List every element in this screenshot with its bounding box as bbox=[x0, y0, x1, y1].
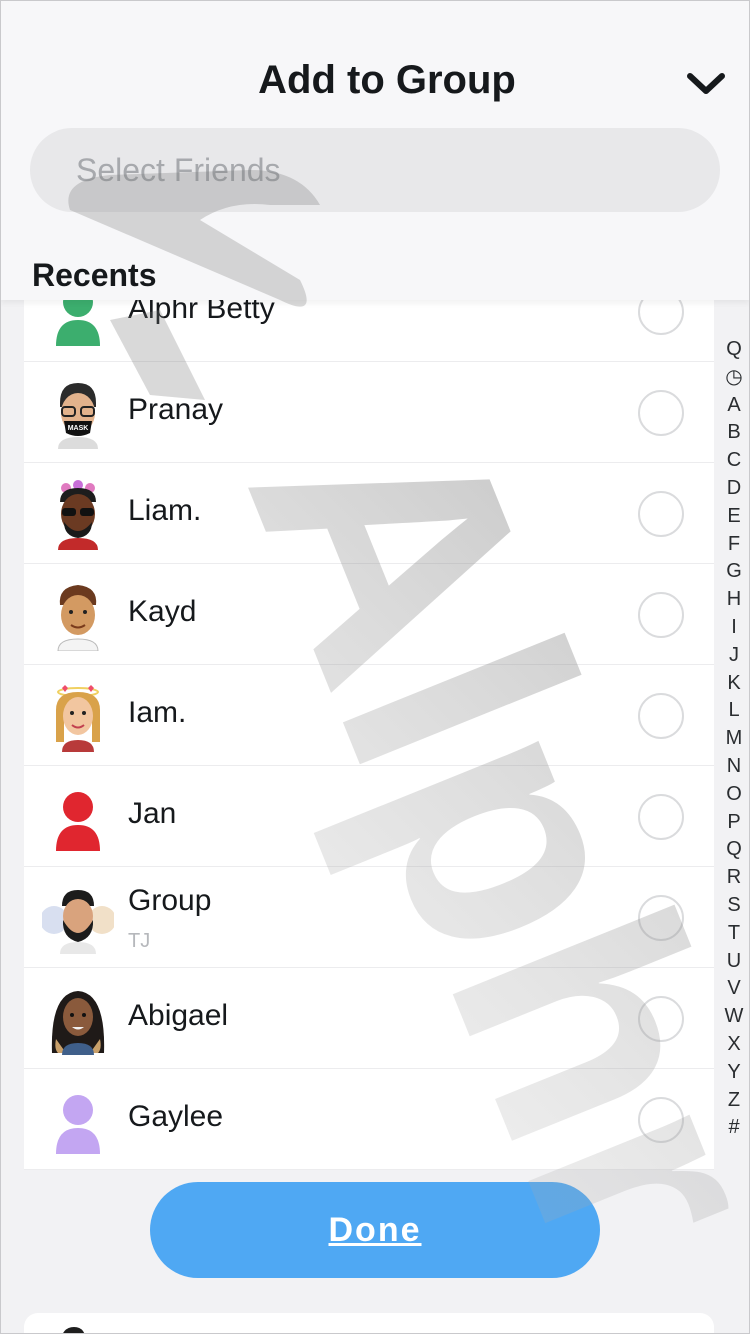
group-avatar bbox=[42, 882, 114, 954]
friend-row[interactable]: Abigael bbox=[24, 969, 714, 1069]
friend-row[interactable]: Gaylee bbox=[24, 1070, 714, 1170]
index-letter[interactable]: U bbox=[727, 948, 741, 976]
friend-name: Gaylee bbox=[128, 1100, 224, 1133]
index-letter[interactable]: T bbox=[728, 920, 740, 948]
friend-name: Iam. bbox=[128, 696, 187, 729]
friend-row[interactable]: MASK Pranay bbox=[24, 363, 714, 463]
select-checkbox[interactable] bbox=[638, 491, 684, 537]
friend-name: Jan bbox=[128, 797, 177, 830]
index-letter[interactable]: Q bbox=[726, 336, 742, 364]
avatar bbox=[62, 1327, 85, 1334]
index-letter[interactable]: P bbox=[727, 809, 740, 837]
index-letter[interactable]: X bbox=[727, 1031, 740, 1059]
group-members: TJ bbox=[128, 930, 151, 952]
index-letter[interactable]: B bbox=[727, 419, 740, 447]
index-letter[interactable]: E bbox=[727, 503, 740, 531]
bitmoji-avatar: MASK bbox=[42, 377, 114, 449]
index-letter[interactable]: Q bbox=[726, 836, 742, 864]
friends-list: Alphr Betty MASK Pranay Liam. Kayd Iam. … bbox=[24, 262, 714, 1170]
select-checkbox[interactable] bbox=[638, 895, 684, 941]
friend-row[interactable]: Group TJ bbox=[24, 868, 714, 968]
index-letter[interactable]: H bbox=[727, 586, 741, 614]
bitmoji-avatar bbox=[42, 680, 114, 752]
index-letter[interactable]: N bbox=[727, 753, 741, 781]
index-letter[interactable]: V bbox=[727, 975, 740, 1003]
index-letter[interactable]: O bbox=[726, 781, 742, 809]
index-letter[interactable]: K bbox=[727, 670, 740, 698]
index-letter[interactable]: Y bbox=[727, 1059, 740, 1087]
index-letter[interactable]: G bbox=[726, 558, 742, 586]
friend-name: Pranay bbox=[128, 393, 224, 426]
search-bar[interactable] bbox=[30, 128, 720, 212]
done-button[interactable]: Done bbox=[150, 1182, 600, 1278]
alphabet-index[interactable]: Q ◷ A B C D E F G H I J K L M N O P Q R … bbox=[718, 336, 750, 1142]
friend-name: Kayd bbox=[128, 595, 197, 628]
friend-row[interactable]: Liam. bbox=[24, 464, 714, 564]
select-checkbox[interactable] bbox=[638, 592, 684, 638]
index-letter[interactable]: C bbox=[727, 447, 741, 475]
search-input[interactable] bbox=[76, 128, 676, 212]
index-letter[interactable]: # bbox=[728, 1114, 739, 1142]
index-letter[interactable]: A bbox=[727, 392, 740, 420]
bitmoji-avatar bbox=[42, 478, 114, 550]
index-letter[interactable]: L bbox=[728, 697, 739, 725]
select-checkbox[interactable] bbox=[638, 996, 684, 1042]
index-letter[interactable]: M bbox=[726, 725, 743, 753]
select-checkbox[interactable] bbox=[638, 390, 684, 436]
done-label: Done bbox=[328, 1210, 422, 1249]
index-letter[interactable]: R bbox=[727, 864, 741, 892]
index-letter[interactable]: Z bbox=[728, 1087, 740, 1115]
bottom-sheet-peek bbox=[24, 1313, 714, 1334]
collapse-button[interactable] bbox=[682, 62, 730, 106]
header: Add to Group Recents bbox=[0, 0, 750, 300]
chevron-down-icon bbox=[687, 73, 725, 94]
friend-row[interactable]: Kayd bbox=[24, 565, 714, 665]
index-letter[interactable]: D bbox=[727, 475, 741, 503]
section-title: Recents bbox=[32, 257, 157, 293]
bitmoji-avatar bbox=[42, 983, 114, 1055]
index-letter[interactable]: J bbox=[729, 642, 739, 670]
silhouette-avatar bbox=[42, 781, 114, 853]
bitmoji-avatar bbox=[42, 579, 114, 651]
index-letter[interactable]: W bbox=[725, 1003, 744, 1031]
friend-row[interactable]: Iam. bbox=[24, 666, 714, 766]
friend-name: Group bbox=[128, 884, 212, 917]
friend-name: Liam. bbox=[128, 494, 202, 527]
index-letter[interactable]: ◷ bbox=[725, 364, 742, 392]
svg-text:MASK: MASK bbox=[68, 425, 89, 432]
select-checkbox[interactable] bbox=[638, 794, 684, 840]
select-checkbox[interactable] bbox=[638, 693, 684, 739]
index-letter[interactable]: F bbox=[728, 531, 740, 559]
friend-row[interactable]: Jan bbox=[24, 767, 714, 867]
silhouette-avatar bbox=[42, 1084, 114, 1156]
page-title: Add to Group bbox=[258, 58, 516, 102]
index-letter[interactable]: S bbox=[727, 892, 740, 920]
index-letter[interactable]: I bbox=[731, 614, 737, 642]
friend-name: Abigael bbox=[128, 999, 229, 1032]
select-checkbox[interactable] bbox=[638, 1097, 684, 1143]
